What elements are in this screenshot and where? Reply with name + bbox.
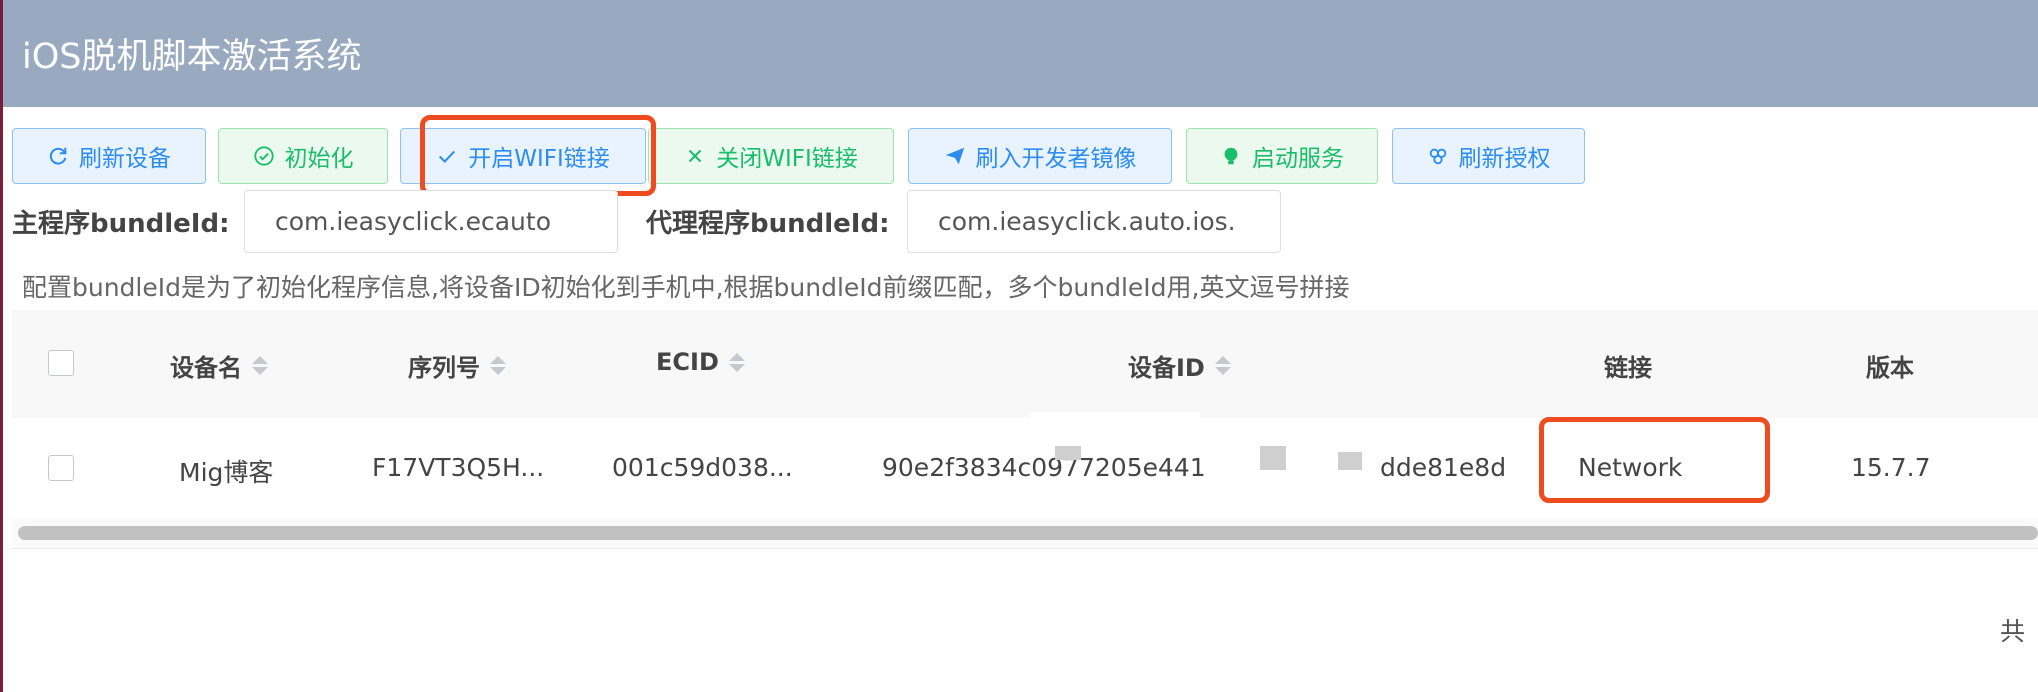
bundle-hint-text: 配置bundleId是为了初始化程序信息,将设备ID初始化到手机中,根据bund… xyxy=(22,273,1350,302)
cell-version: 15.7.7 xyxy=(1851,453,1931,482)
column-header-link-label: 链接 xyxy=(1604,354,1652,382)
column-header-ecid-label: ECID xyxy=(656,348,719,376)
column-header-device-id-label: 设备ID xyxy=(1128,354,1205,382)
select-all-checkbox[interactable] xyxy=(48,350,74,376)
enable-wifi-link-button[interactable]: 开启WIFI链接 xyxy=(400,128,646,184)
close-icon xyxy=(689,149,702,163)
horizontal-scrollbar[interactable] xyxy=(18,526,2038,540)
redaction-patch xyxy=(1260,446,1286,470)
cell-device-name: Mig博客 xyxy=(179,458,274,487)
pager-total: 共 xyxy=(2000,617,2026,646)
redaction-patch xyxy=(1030,412,1200,438)
sort-icon[interactable] xyxy=(1214,356,1231,375)
app-header: iOS脱机脚本激活系统 xyxy=(3,0,2038,107)
proxy-bundle-label: 代理程序bundleId: xyxy=(646,209,890,239)
column-header-device-id[interactable]: 设备ID xyxy=(1128,348,1231,383)
enable-wifi-link-label: 开启WIFI链接 xyxy=(468,146,610,172)
column-header-version: 版本 xyxy=(1866,348,1914,383)
redaction-patch xyxy=(1338,452,1362,470)
main-bundle-label: 主程序bundleId: xyxy=(12,209,230,239)
sort-icon[interactable] xyxy=(252,356,268,375)
sort-icon[interactable] xyxy=(728,352,745,372)
refresh-icon xyxy=(49,147,67,165)
disable-wifi-link-label: 关闭WIFI链接 xyxy=(716,146,858,172)
refresh-devices-button[interactable]: 刷新设备 xyxy=(12,128,206,184)
disable-wifi-link-button[interactable]: 关闭WIFI链接 xyxy=(648,128,894,184)
cell-serial: F17VT3Q5H... xyxy=(372,453,545,482)
main-bundle-input[interactable] xyxy=(244,190,618,253)
refresh-devices-label: 刷新设备 xyxy=(79,146,171,172)
cell-link: Network xyxy=(1578,453,1683,482)
table-row[interactable]: Mig博客 F17VT3Q5H... 001c59d038... 90e2f38… xyxy=(12,418,2038,519)
paper-plane-icon xyxy=(945,147,964,165)
cell-device-id-end: dde81e8d xyxy=(1380,453,1507,482)
sort-icon[interactable] xyxy=(490,356,506,375)
check-circle-icon xyxy=(253,146,274,166)
table-header: 设备名 序列号 ECID 设备ID 链接 版本 xyxy=(12,310,2038,419)
refresh-license-button[interactable]: 刷新授权 xyxy=(1392,128,1585,184)
redaction-patch xyxy=(1055,446,1081,460)
flash-developer-image-button[interactable]: 刷入开发者镜像 xyxy=(908,128,1172,184)
proxy-bundle-input[interactable] xyxy=(907,190,1281,253)
redaction-patch xyxy=(1215,440,1380,510)
app-title: iOS脱机脚本激活系统 xyxy=(22,37,362,77)
cell-device-id-start: 90e2f3834c0977205e441 xyxy=(882,453,1206,482)
column-header-device-name[interactable]: 设备名 xyxy=(170,348,268,383)
checkmark-icon xyxy=(439,150,456,163)
column-header-link: 链接 xyxy=(1604,348,1652,383)
column-header-device-name-label: 设备名 xyxy=(170,354,242,382)
column-header-version-label: 版本 xyxy=(1866,354,1914,382)
refresh-license-label: 刷新授权 xyxy=(1458,146,1551,172)
column-header-serial-label: 序列号 xyxy=(408,354,480,382)
cell-ecid: 001c59d038... xyxy=(612,453,793,482)
row-checkbox[interactable] xyxy=(48,455,74,481)
column-header-ecid[interactable]: ECID xyxy=(656,348,745,376)
column-header-serial[interactable]: 序列号 xyxy=(408,348,506,383)
bulb-icon xyxy=(1224,147,1238,165)
sync-icon xyxy=(1429,148,1446,165)
flash-developer-image-label: 刷入开发者镜像 xyxy=(975,146,1137,172)
start-service-label: 启动服务 xyxy=(1252,146,1344,172)
initialize-label: 初始化 xyxy=(284,146,354,172)
start-service-button[interactable]: 启动服务 xyxy=(1186,128,1378,184)
initialize-button[interactable]: 初始化 xyxy=(218,128,388,184)
